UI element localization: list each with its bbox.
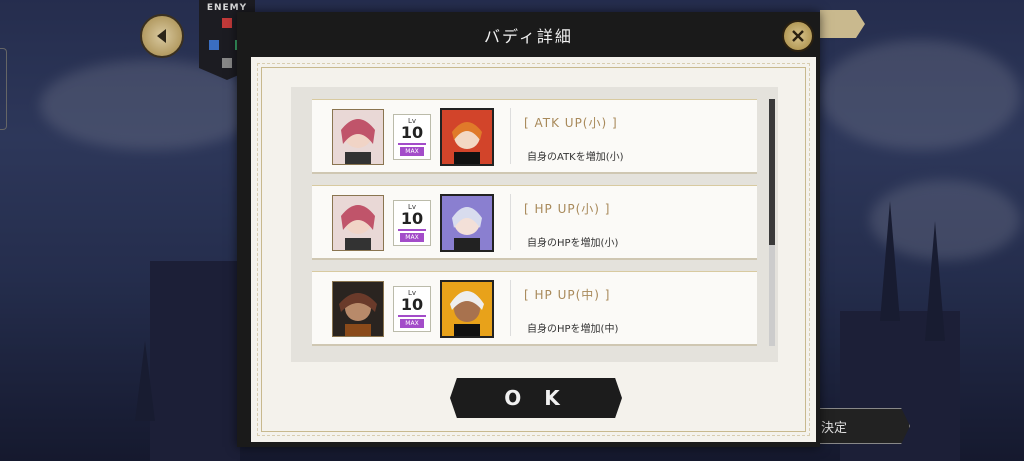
scrollbar-thumb[interactable] — [769, 99, 775, 245]
level-bar — [398, 143, 426, 145]
side-drawer-handle[interactable] — [0, 48, 7, 130]
level-value: 10 — [400, 295, 424, 314]
back-button[interactable] — [140, 14, 184, 58]
level-bar — [398, 315, 426, 317]
enemy-node-icon — [222, 58, 232, 68]
buddy-portrait-right — [440, 108, 494, 166]
max-badge: MAX — [400, 233, 424, 242]
level-value: 10 — [400, 123, 424, 142]
enemy-node-icon — [209, 40, 219, 50]
skill-description: 自身のATKを増加(小) — [527, 152, 624, 163]
skill-name: [ HP UP(中) ] — [524, 288, 611, 302]
row-divider — [510, 108, 511, 164]
arrow-left-icon — [157, 29, 166, 43]
ok-button[interactable]: O K — [450, 378, 622, 418]
buddy-list[interactable]: Lv 10 MAX [ ATK UP(小) ] 自身のATKを増加(小) Lv — [291, 87, 778, 362]
level-value: 10 — [400, 209, 424, 228]
ok-label: O K — [504, 386, 568, 410]
level-box: Lv 10 MAX — [393, 114, 431, 160]
buddy-portrait-right — [440, 280, 494, 338]
buddy-portrait-left — [332, 109, 384, 165]
level-box: Lv 10 MAX — [393, 286, 431, 332]
buddy-row: Lv 10 MAX [ HP UP(小) ] 自身のHPを増加(小) — [312, 185, 757, 260]
enemy-node-icon — [222, 18, 232, 28]
max-badge: MAX — [400, 319, 424, 328]
close-button[interactable] — [782, 20, 814, 52]
level-bar — [398, 229, 426, 231]
skill-description: 自身のHPを増加(小) — [527, 238, 619, 249]
max-badge: MAX — [400, 147, 424, 156]
level-box: Lv 10 MAX — [393, 200, 431, 246]
modal-title: バディ詳細 — [484, 26, 573, 46]
skill-name: [ ATK UP(小) ] — [524, 116, 618, 130]
buddy-row: Lv 10 MAX [ HP UP(中) ] 自身のHPを増加(中) — [312, 271, 757, 346]
decide-label: 決定 — [821, 420, 848, 436]
buddy-portrait-left — [332, 281, 384, 337]
row-divider — [510, 194, 511, 250]
buddy-portrait-right — [440, 194, 494, 252]
buddy-portrait-left — [332, 195, 384, 251]
skill-name: [ HP UP(小) ] — [524, 202, 611, 216]
top-bar-tab — [820, 10, 865, 38]
close-icon — [792, 30, 804, 42]
row-divider — [510, 280, 511, 336]
skill-description: 自身のHPを増加(中) — [527, 324, 619, 335]
buddy-row: Lv 10 MAX [ ATK UP(小) ] 自身のATKを増加(小) — [312, 99, 757, 174]
